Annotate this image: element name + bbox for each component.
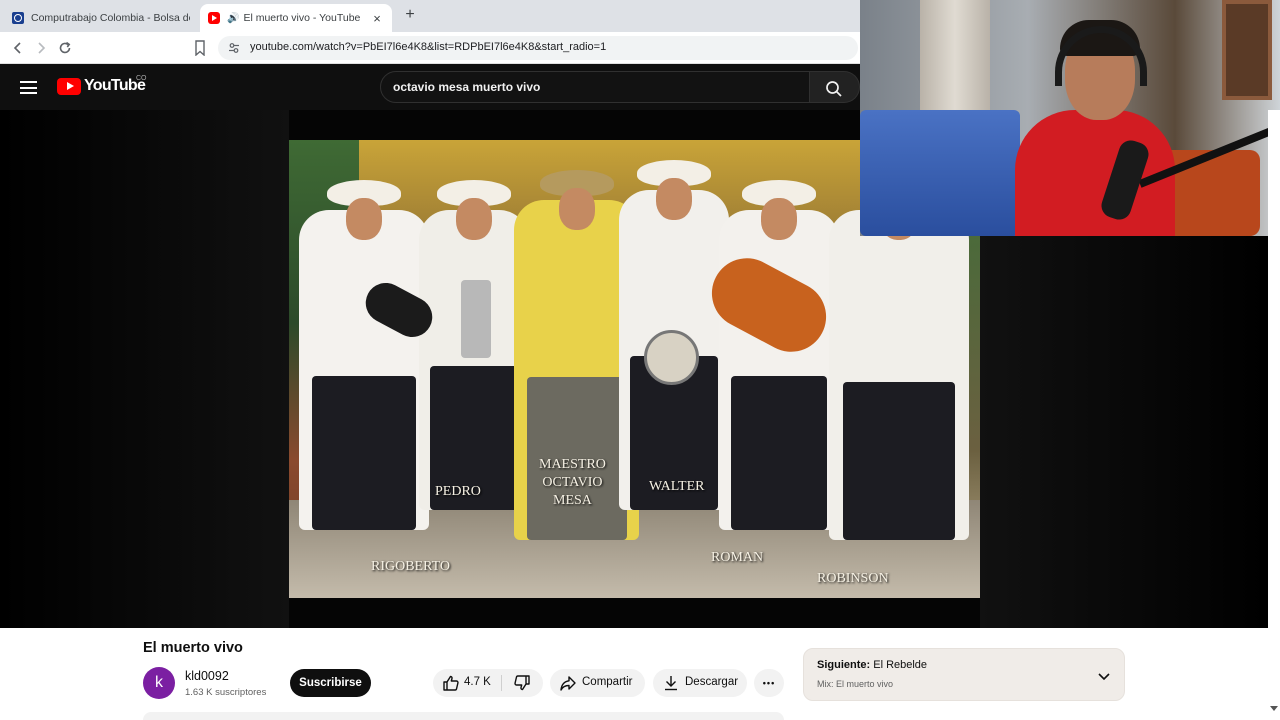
browser-toolbar: youtube.com/watch?v=PbEI7l6e4K8&list=RDP… <box>0 32 860 64</box>
label-rigoberto: RIGOBERTO <box>371 559 451 574</box>
search-query: octavio mesa muerto vivo <box>393 80 541 94</box>
share-arrow-icon <box>560 676 576 691</box>
channel-name[interactable]: kld0092 <box>185 669 229 683</box>
search-input[interactable]: octavio mesa muerto vivo <box>380 71 810 103</box>
scroll-down-arrow-icon[interactable] <box>1270 706 1278 711</box>
subscribe-button[interactable]: Suscribirse <box>290 669 371 697</box>
speaker-icon[interactable]: 🔊 <box>227 13 239 24</box>
bongo-drums <box>644 330 699 385</box>
label-pedro: PEDRO <box>435 484 481 499</box>
address-bar[interactable]: youtube.com/watch?v=PbEI7l6e4K8&list=RDP… <box>218 36 858 60</box>
label-roman: ROMAN <box>711 550 764 565</box>
video-title: El muerto vivo <box>143 640 243 656</box>
reload-icon <box>59 41 71 54</box>
browser-tab-bar: Computrabajo Colombia - Bolsa de t 🔊 El … <box>0 0 860 32</box>
thumbs-down-icon <box>514 675 530 691</box>
page-scrollbar[interactable] <box>1268 110 1280 720</box>
musician-rigoberto <box>299 180 429 530</box>
computrabajo-favicon-icon <box>12 12 24 24</box>
tab-computrabajo[interactable]: Computrabajo Colombia - Bolsa de t <box>4 4 198 32</box>
download-button[interactable]: Descargar <box>653 669 747 697</box>
thumbs-up-icon <box>443 675 459 691</box>
up-next-line: Siguiente: El Rebelde <box>817 659 927 671</box>
musician-pedro <box>419 180 529 510</box>
forward-arrow-icon <box>38 42 46 54</box>
site-settings-icon[interactable] <box>228 42 240 54</box>
webcam-door <box>1222 0 1272 100</box>
back-button[interactable] <box>9 39 27 57</box>
webcam-bed <box>860 110 1020 236</box>
tab-youtube[interactable]: 🔊 El muerto vivo - YouTube × <box>200 4 392 32</box>
forward-button[interactable] <box>32 39 50 57</box>
back-arrow-icon <box>13 42 21 54</box>
up-next-card[interactable]: Siguiente: El Rebelde Mix: El muerto viv… <box>803 648 1125 701</box>
description-box[interactable] <box>143 712 784 720</box>
share-label: Compartir <box>582 676 633 688</box>
new-tab-button[interactable]: + <box>402 6 418 24</box>
tab-title: El muerto vivo - YouTube <box>243 12 361 24</box>
screen: Computrabajo Colombia - Bolsa de t 🔊 El … <box>0 0 1280 720</box>
youtube-play-logo-icon <box>57 77 81 95</box>
webcam-overlay <box>860 0 1280 236</box>
download-label: Descargar <box>685 676 739 688</box>
search-icon <box>826 81 842 97</box>
like-count: 4.7 K <box>464 676 491 688</box>
more-actions-button[interactable]: ••• <box>754 669 784 697</box>
label-walter: WALTER <box>649 479 705 494</box>
search-button[interactable] <box>810 71 860 103</box>
like-button[interactable]: 4.7 K <box>433 669 501 697</box>
youtube-favicon-icon <box>208 12 220 24</box>
reload-button[interactable] <box>56 39 74 57</box>
dislike-button[interactable] <box>502 669 543 697</box>
channel-avatar[interactable]: k <box>143 667 175 699</box>
chevron-down-icon[interactable] <box>1096 668 1112 684</box>
like-dislike-group: 4.7 K <box>433 669 543 697</box>
up-next-prefix: Siguiente: <box>817 659 871 671</box>
close-tab-icon[interactable]: × <box>370 11 384 26</box>
up-next-title: El Rebelde <box>873 659 928 671</box>
musician-robinson <box>829 180 969 540</box>
youtube-logo[interactable]: YouTube CO <box>57 75 147 95</box>
download-icon <box>665 676 677 691</box>
guacharaca <box>461 280 491 358</box>
subscriber-count: 1.63 K suscriptores <box>185 687 267 698</box>
region-code: CO <box>136 75 147 82</box>
tab-title: Computrabajo Colombia - Bolsa de t <box>31 12 190 24</box>
label-maestro-octavio-mesa: MAESTRO OCTAVIO MESA <box>539 457 606 508</box>
youtube-header: YouTube CO octavio mesa muerto vivo <box>0 64 860 110</box>
webcam-curtain <box>920 0 990 120</box>
url-text: youtube.com/watch?v=PbEI7l6e4K8&list=RDP… <box>250 41 607 53</box>
musician-roman <box>719 180 839 530</box>
menu-icon[interactable] <box>20 81 37 94</box>
label-robinson: ROBINSON <box>817 571 889 586</box>
share-button[interactable]: Compartir <box>550 669 645 697</box>
more-dots-icon: ••• <box>762 678 776 688</box>
bookmark-icon[interactable] <box>194 40 206 56</box>
player-letterbox-left <box>0 110 289 628</box>
streamer-torso <box>1015 110 1175 236</box>
up-next-mix: Mix: El muerto vivo <box>817 679 894 689</box>
